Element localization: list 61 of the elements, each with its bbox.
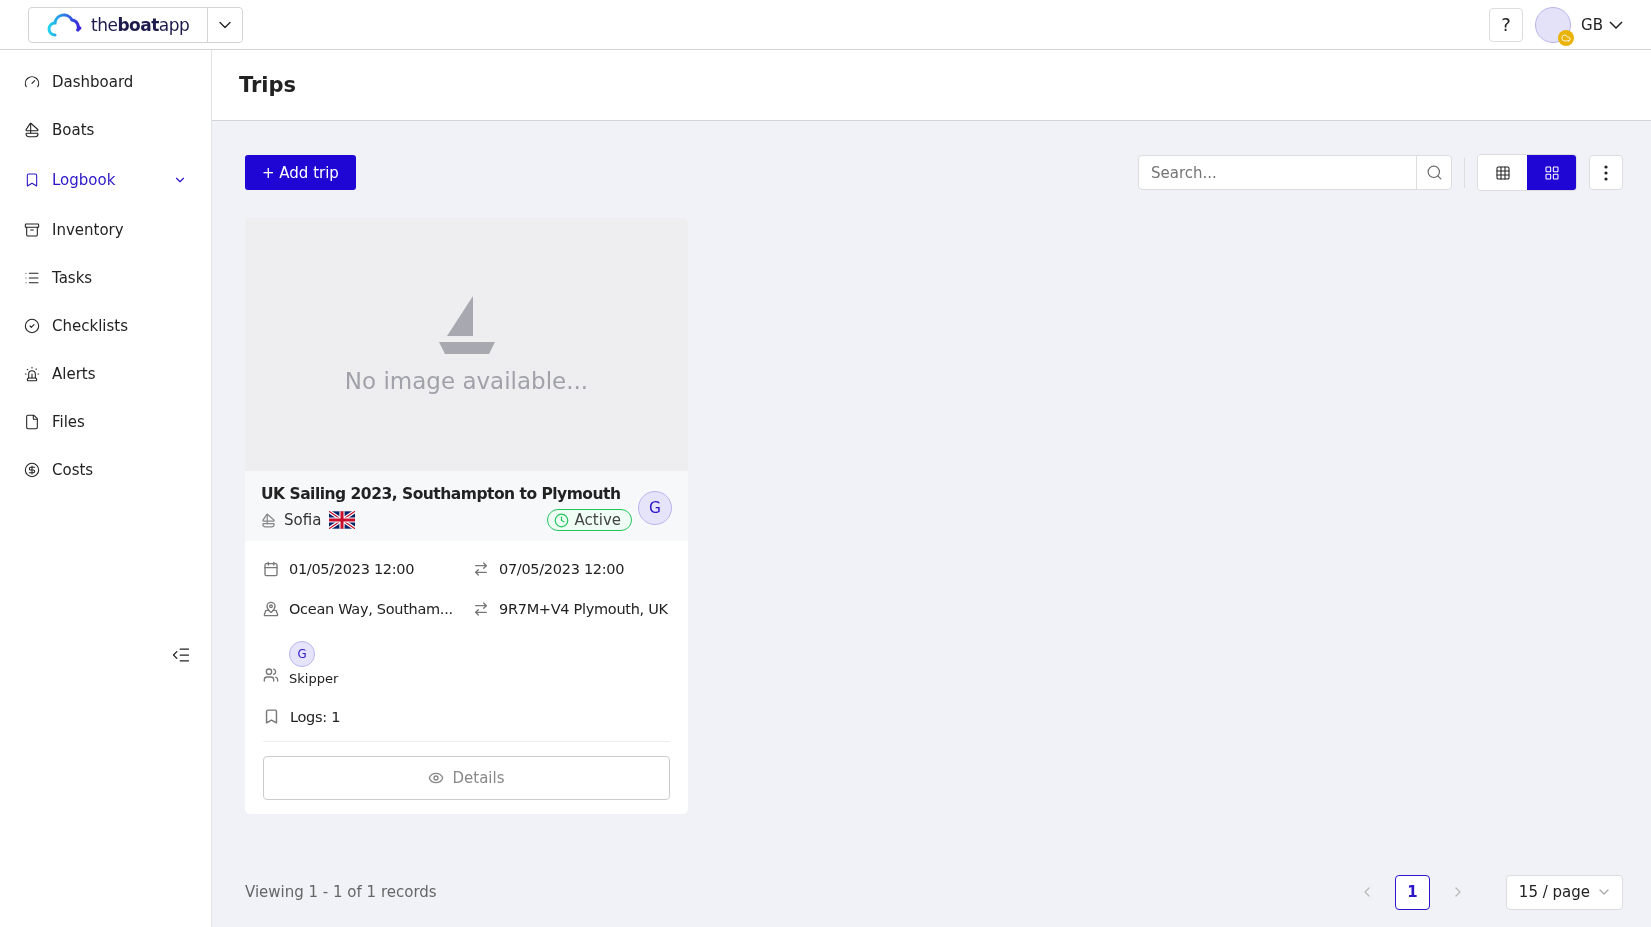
pins-icon bbox=[263, 601, 279, 617]
owner-avatar: G bbox=[638, 491, 672, 525]
table-view-button[interactable] bbox=[1478, 155, 1527, 190]
records-summary: Viewing 1 - 1 of 1 records bbox=[245, 883, 438, 901]
card-view-button[interactable] bbox=[1527, 155, 1576, 190]
sidebar-item[interactable]: Checklists bbox=[0, 302, 211, 350]
end-date: 07/05/2023 12:00 bbox=[499, 561, 625, 577]
sidebar-item[interactable]: Files bbox=[0, 398, 211, 446]
logs-count: Logs: 1 bbox=[290, 708, 341, 725]
people-icon bbox=[263, 666, 279, 683]
chevron-down-icon bbox=[1609, 20, 1623, 29]
file-icon bbox=[24, 414, 40, 430]
add-trip-button[interactable]: + Add trip bbox=[245, 155, 356, 190]
page-size-select[interactable]: 15 / page bbox=[1505, 874, 1623, 910]
bookmark-icon bbox=[263, 708, 280, 725]
cloud-badge-icon bbox=[1558, 29, 1575, 46]
app-logo: theboatapp bbox=[91, 14, 190, 35]
grid-icon bbox=[1543, 164, 1560, 181]
status-tag: Active bbox=[546, 509, 632, 531]
list-icon bbox=[24, 270, 40, 286]
more-options-button[interactable] bbox=[1589, 155, 1623, 190]
search-field[interactable]: Search... bbox=[1138, 155, 1452, 190]
sidebar-item[interactable]: Costs bbox=[0, 446, 211, 494]
end-location: 9R7M+V4 Plymouth, UK bbox=[499, 601, 668, 617]
eye-icon bbox=[428, 770, 445, 786]
calendar-icon bbox=[263, 561, 279, 577]
flag-icon bbox=[329, 511, 356, 529]
more-icon bbox=[1604, 164, 1608, 181]
table-icon bbox=[1494, 164, 1511, 181]
sidebar-item[interactable]: Boats bbox=[0, 106, 211, 154]
sidebar-item[interactable]: Alerts bbox=[0, 350, 211, 398]
siren-icon bbox=[24, 366, 40, 382]
sidebar-item[interactable]: Dashboard bbox=[0, 58, 211, 106]
no-image-text: No image available... bbox=[344, 367, 589, 394]
sidebar-item[interactable]: Inventory bbox=[0, 206, 211, 254]
bookmark-icon bbox=[24, 172, 40, 188]
arrows-icon bbox=[473, 561, 489, 577]
start-date: 01/05/2023 12:00 bbox=[289, 561, 415, 577]
start-location: Ocean Way, Southam... bbox=[289, 601, 453, 617]
gauge-icon bbox=[24, 74, 40, 90]
drawer-icon bbox=[24, 222, 40, 238]
sidebar-item[interactable]: Tasks bbox=[0, 254, 211, 302]
sidebar-item[interactable]: Logbook bbox=[0, 154, 211, 206]
trip-title: UK Sailing 2023, Southampton to Plymouth bbox=[261, 485, 622, 503]
user-menu-button[interactable]: GB bbox=[1581, 15, 1623, 34]
help-button[interactable]: ? bbox=[1489, 7, 1524, 42]
details-button[interactable]: Details bbox=[263, 756, 670, 800]
sailboat-icon bbox=[438, 295, 495, 354]
user-avatar[interactable] bbox=[1535, 6, 1572, 43]
crew-avatar: G bbox=[289, 641, 315, 667]
boat-name: Sofia bbox=[284, 511, 322, 529]
check-circle-icon bbox=[24, 318, 40, 334]
crew-role: Skipper bbox=[289, 671, 339, 686]
search-icon bbox=[1425, 164, 1443, 181]
page-title: Trips bbox=[239, 73, 297, 97]
sailboat-icon bbox=[24, 122, 40, 138]
page-button[interactable]: 1 bbox=[1394, 874, 1430, 910]
arrows-icon bbox=[473, 601, 489, 617]
clock-icon bbox=[553, 512, 569, 528]
dollar-icon bbox=[24, 462, 40, 478]
sailboat-icon bbox=[261, 512, 276, 528]
